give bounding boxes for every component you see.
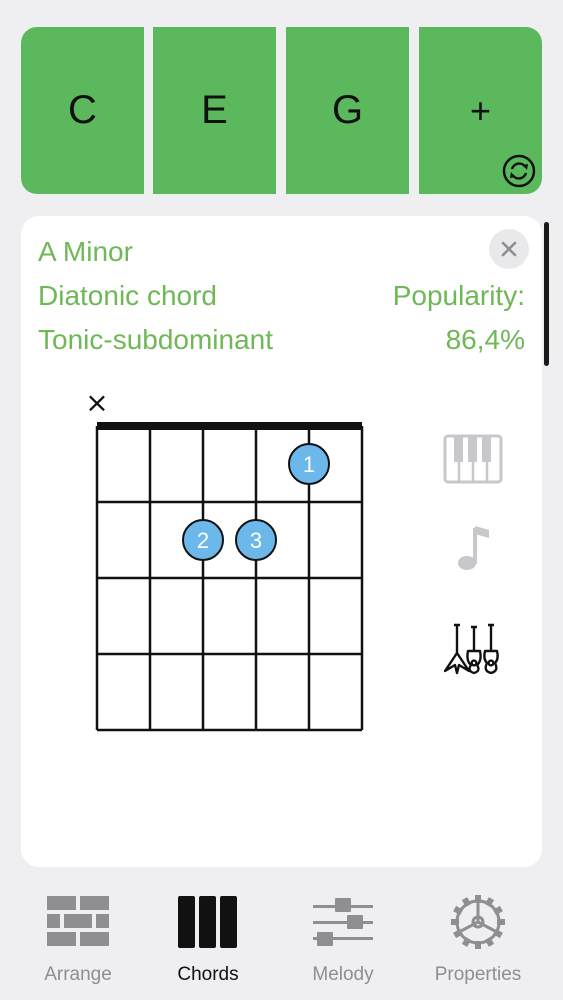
finger-dot: 2 <box>182 519 224 561</box>
finger-dot: 1 <box>288 443 330 485</box>
refresh-icon[interactable] <box>502 154 536 188</box>
piano-icon[interactable] <box>443 434 503 484</box>
bricks-icon <box>47 896 109 946</box>
chord-button-label: E <box>201 88 228 132</box>
chord-button-g[interactable]: G <box>286 27 409 194</box>
nut <box>97 422 362 430</box>
music-note-icon[interactable] <box>455 522 495 574</box>
chord-name: A Minor <box>38 236 133 267</box>
chord-bars-icon <box>178 896 237 948</box>
chord-selector-bar: C E G + <box>21 27 542 194</box>
gear-tooth <box>451 919 459 925</box>
popularity-label: Popularity: <box>392 280 525 311</box>
gear-icon <box>451 895 505 949</box>
close-icon <box>501 241 517 257</box>
finger-dot: 3 <box>235 519 277 561</box>
finger-number: 1 <box>303 452 315 477</box>
tab-melody[interactable]: Melody <box>293 890 393 990</box>
tab-label: Melody <box>312 964 374 985</box>
chord-detail-card: A Minor Diatonic chord Tonic-subdominant… <box>21 216 542 867</box>
add-chord-label: + <box>469 89 492 131</box>
popularity-value: 86,4% <box>445 324 525 355</box>
tab-bar: Arrange Chords Melody Properties <box>0 880 563 1000</box>
chord-button-c[interactable]: C <box>21 27 144 194</box>
finger-number: 3 <box>250 528 262 553</box>
sliders-icon <box>313 898 373 946</box>
tab-label: Properties <box>434 964 522 985</box>
gear-tooth <box>497 919 505 925</box>
chord-button-label: G <box>331 88 364 132</box>
fret-lines <box>97 500 362 732</box>
tab-properties[interactable]: Properties <box>422 890 534 990</box>
chord-type: Diatonic chord <box>38 280 217 311</box>
gear-tooth <box>475 895 481 903</box>
scrollbar[interactable] <box>544 222 549 366</box>
add-chord-button[interactable]: + <box>419 27 542 194</box>
tab-arrange[interactable]: Arrange <box>28 890 128 990</box>
chord-function: Tonic-subdominant <box>38 324 274 355</box>
tab-chords[interactable]: Chords <box>158 890 258 990</box>
tab-label: Chords <box>177 964 239 985</box>
gear-tooth <box>475 941 481 949</box>
muted-string-marker: × <box>85 386 108 419</box>
tab-label: Arrange <box>44 964 112 985</box>
finger-number: 2 <box>197 528 209 553</box>
close-button[interactable] <box>489 229 529 269</box>
chord-button-label: C <box>68 88 97 132</box>
chord-fretboard-diagram: × 1 2 3 <box>85 386 364 732</box>
guitars-icon[interactable] <box>441 623 505 675</box>
chord-button-e[interactable]: E <box>153 27 276 194</box>
